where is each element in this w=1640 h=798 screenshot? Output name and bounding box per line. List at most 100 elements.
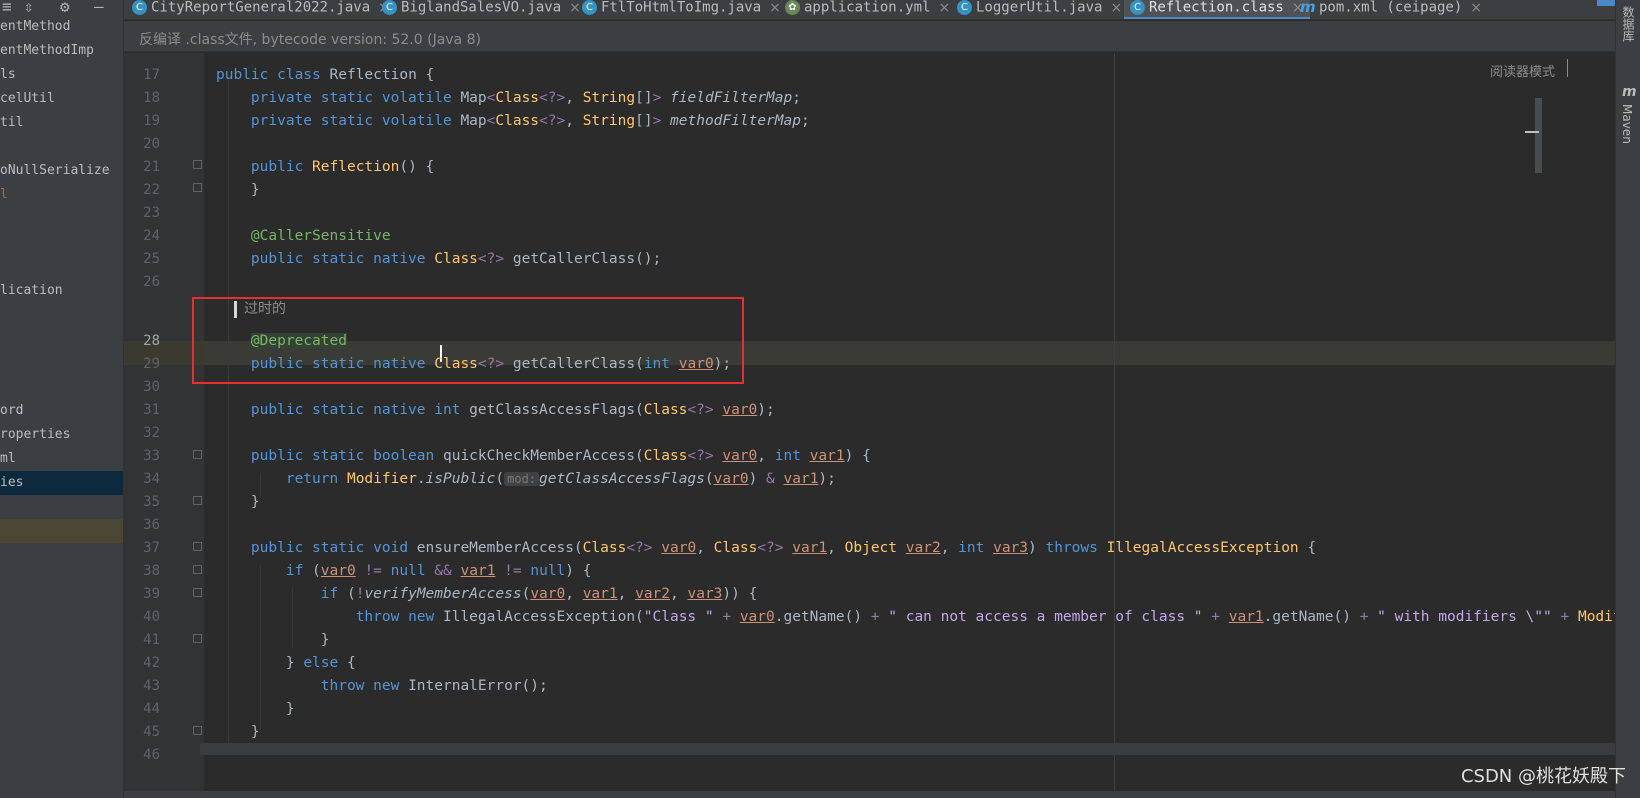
highlight-annotation-box — [192, 297, 744, 384]
tree-item[interactable]: ord — [0, 399, 123, 423]
line-number: 34 — [143, 471, 160, 487]
gear-icon[interactable]: ⚙ — [60, 0, 70, 16]
line-number: 39 — [143, 586, 160, 602]
line-number: 35 — [143, 494, 160, 510]
tab-label: FtlToHtmlToImg.java — [601, 0, 762, 16]
tree-item[interactable]: entMethod — [0, 15, 123, 39]
line-number: 36 — [143, 517, 160, 533]
tree-item[interactable] — [0, 519, 123, 543]
minimize-icon[interactable]: — — [94, 0, 104, 16]
line-number: 42 — [143, 655, 160, 671]
tree-item[interactable]: entMethodImp — [0, 39, 123, 63]
tab-pom-xml[interactable]: m pom.xml (ceipage) × — [1300, 0, 1482, 19]
line-number: 18 — [143, 90, 160, 106]
tree-item[interactable]: l — [0, 183, 123, 207]
code-line: } — [216, 701, 295, 717]
fold-icon[interactable] — [193, 160, 202, 169]
fold-icon[interactable] — [193, 634, 202, 643]
tree-item[interactable] — [0, 495, 123, 519]
tab-loggerutil[interactable]: C LoggerUtil.java × — [957, 0, 1122, 19]
project-tree: ≡ ⇳ ⚙ — entMethod entMethodImp ls celUtil ti… — [0, 0, 124, 798]
tab-cityreportgeneral[interactable]: CCityReportGeneral2022.java× — [132, 0, 390, 19]
vertical-scrollbar[interactable] — [1535, 98, 1542, 173]
horizontal-scrollbar[interactable] — [200, 743, 1615, 755]
maven-icon[interactable]: m — [1622, 84, 1637, 100]
line-number: 20 — [143, 136, 160, 152]
decompiler-banner: 反编译 .class文件, bytecode version: 52.0 (Ja… — [124, 21, 1615, 52]
tree-item[interactable] — [0, 135, 123, 159]
tree-item[interactable] — [0, 255, 123, 279]
fold-icon[interactable] — [193, 588, 202, 597]
code-editor[interactable]: 17 18 19 20 21 22 23 24 25 26 28 29 30 31 32 33 34 35 36 37… — [124, 53, 1615, 798]
tree-item[interactable] — [0, 231, 123, 255]
code-line: } else { — [216, 655, 356, 671]
line-number: 30 — [143, 379, 160, 395]
tab-label: application.yml — [804, 0, 931, 16]
tree-item[interactable]: ies — [0, 471, 123, 495]
close-icon[interactable]: × — [1110, 0, 1122, 16]
line-number: 41 — [143, 632, 160, 648]
line-number: 32 — [143, 425, 160, 441]
line-number: 28 — [143, 333, 160, 349]
expand-all-icon[interactable]: ⇳ — [24, 0, 34, 16]
line-number: 29 — [143, 356, 160, 372]
tab-ftltohtmltoimg[interactable]: C FtlToHtmlToImg.java × — [582, 0, 781, 19]
line-number: 43 — [143, 678, 160, 694]
maven-icon: m — [1300, 0, 1316, 16]
code-line: public static void ensureMemberAccess(Cl… — [250, 540, 1317, 556]
close-icon[interactable]: × — [938, 0, 950, 16]
code-line: } — [216, 632, 330, 648]
line-number: 45 — [143, 724, 160, 740]
code-line: return Modifier.isPublic(mod: getClassAcc… — [285, 471, 836, 487]
code-line: public static boolean quickCheckMemberAc… — [250, 448, 871, 464]
tree-item[interactable] — [0, 327, 123, 351]
tree-item[interactable]: roperties — [0, 423, 123, 447]
line-number: 40 — [143, 609, 160, 625]
tab-biglandsalesvo[interactable]: C BiglandSalesVO.java × — [382, 0, 581, 19]
fold-icon[interactable] — [193, 183, 202, 192]
tab-label: Reflection.class — [1149, 0, 1284, 16]
close-icon[interactable]: × — [1470, 0, 1482, 16]
notification-indicator[interactable] — [1597, 0, 1615, 6]
code-line: if (!verifyMemberAccess(var0, var1, var2… — [320, 586, 758, 602]
line-number: 23 — [143, 205, 160, 221]
close-icon[interactable]: × — [569, 0, 581, 16]
tab-label: LoggerUtil.java — [976, 0, 1103, 16]
bottom-bar — [124, 791, 1615, 798]
tree-item[interactable] — [0, 207, 123, 231]
tree-item[interactable]: ls — [0, 63, 123, 87]
tab-label: pom.xml (ceipage) — [1319, 0, 1463, 16]
tree-item[interactable] — [0, 351, 123, 375]
reader-mode-button[interactable]: 阅读器模式 — [1490, 61, 1555, 80]
fold-icon[interactable] — [193, 496, 202, 505]
banner-text: 反编译 .class文件, bytecode version: 52.0 (Ja… — [139, 32, 481, 48]
close-icon[interactable]: × — [769, 0, 781, 16]
fold-icon[interactable] — [193, 450, 202, 459]
watermark: CSDN @桃花妖殿下 — [1460, 766, 1626, 787]
line-number: 17 — [143, 67, 160, 83]
fold-icon[interactable] — [193, 726, 202, 735]
maven-tool-button[interactable]: Maven — [1620, 104, 1634, 144]
database-tool-button[interactable]: 数据库 — [1620, 6, 1637, 42]
line-number: 24 — [143, 228, 160, 244]
code-line: private static volatile Map<Class<?>, St… — [250, 113, 810, 129]
fold-icon[interactable] — [193, 565, 202, 574]
tree-item[interactable]: oNullSerialize — [0, 159, 123, 183]
tree-item[interactable] — [0, 375, 123, 399]
tab-application-yml[interactable]: ✿ application.yml × — [785, 0, 950, 19]
class-icon: C — [382, 0, 397, 15]
tree-item[interactable]: ml — [0, 447, 123, 471]
tree-item[interactable]: celUtil — [0, 87, 123, 111]
tree-item[interactable] — [0, 303, 123, 327]
code-line: public static native Class<?> getCallerC… — [250, 251, 662, 267]
line-number: 25 — [143, 251, 160, 267]
code-line: throw new IllegalAccessException("Class … — [355, 609, 1615, 625]
tree-item[interactable]: lication — [0, 279, 123, 303]
collapse-icon[interactable]: ≡ — [2, 0, 12, 16]
code-line: private static volatile Map<Class<?>, St… — [250, 90, 801, 106]
tab-label: CityReportGeneral2022.java — [151, 0, 371, 16]
tab-reflection-class[interactable]: C Reflection.class × — [1124, 0, 1310, 19]
fold-icon[interactable] — [193, 542, 202, 551]
reader-mode-separator — [1567, 59, 1568, 77]
tree-item[interactable]: til — [0, 111, 123, 135]
